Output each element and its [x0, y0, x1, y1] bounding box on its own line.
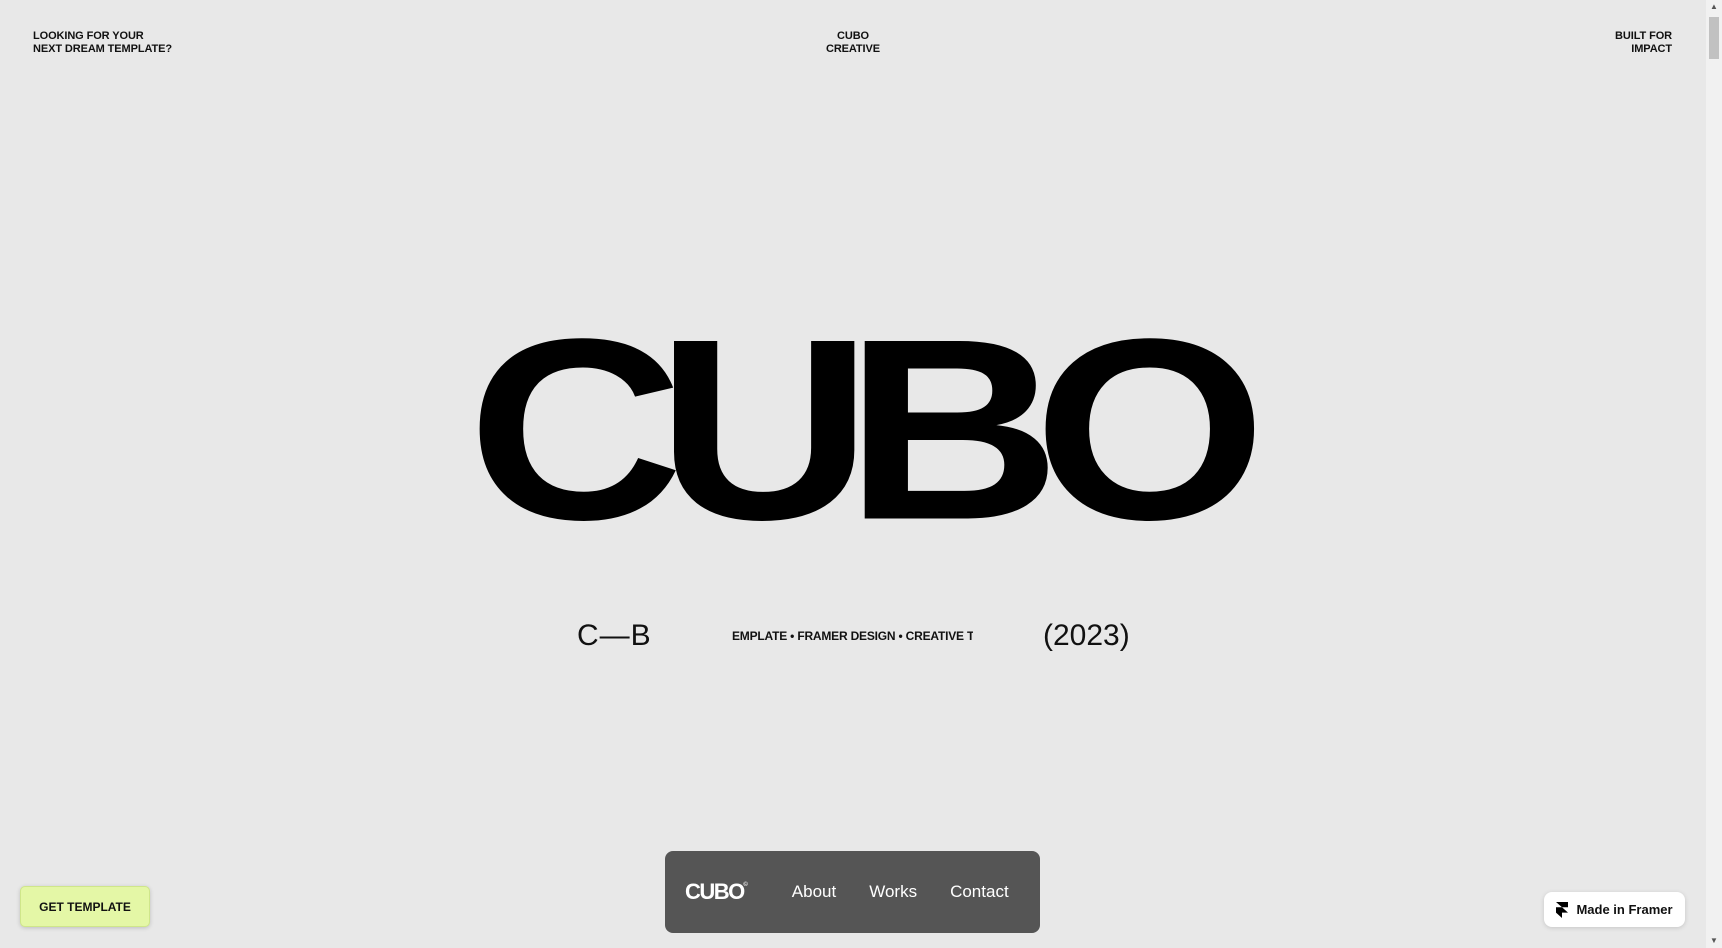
header-right-line1: BUILT FOR [1615, 30, 1672, 42]
nav-link-about[interactable]: About [792, 882, 836, 902]
header-brand-center: CUBO CREATIVE [0, 30, 1706, 56]
scroll-up-arrow-icon[interactable]: ▲ [1706, 0, 1722, 14]
vertical-scrollbar[interactable]: ▲ ▼ [1706, 0, 1722, 948]
header-tagline-right: BUILT FOR IMPACT [1615, 30, 1672, 56]
nav-link-works[interactable]: Works [869, 882, 917, 902]
bottom-nav: CUBO © About Works Contact [665, 851, 1040, 933]
nav-logo-mark: © [743, 882, 748, 888]
hero-left-caption: C—B [577, 619, 652, 652]
nav-logo-text: CUBO [685, 879, 745, 904]
nav-link-contact[interactable]: Contact [950, 882, 1009, 902]
header-center-line2: CREATIVE [825, 43, 880, 55]
header-right-line2: IMPACT [1631, 43, 1672, 55]
made-in-framer-label: Made in Framer [1576, 902, 1673, 917]
framer-icon [1556, 901, 1569, 918]
nav-logo[interactable]: CUBO © [685, 879, 748, 905]
hero-marquee: EMPLATE • FRAMER DESIGN • CREATIVE TE [732, 629, 973, 643]
hero-year: (2023) [1043, 619, 1130, 652]
header-center-line1: CUBO [837, 30, 869, 42]
get-template-button[interactable]: GET TEMPLATE [20, 886, 150, 927]
made-in-framer-badge[interactable]: Made in Framer [1544, 892, 1685, 927]
scrollbar-thumb[interactable] [1709, 17, 1719, 59]
page: LOOKING FOR YOUR NEXT DREAM TEMPLATE? CU… [0, 0, 1722, 948]
scroll-down-arrow-icon[interactable]: ▼ [1706, 934, 1722, 948]
hero-title: CUBO [467, 284, 1266, 574]
hero-subrow: C—B EMPLATE • FRAMER DESIGN • CREATIVE T… [0, 618, 1706, 658]
